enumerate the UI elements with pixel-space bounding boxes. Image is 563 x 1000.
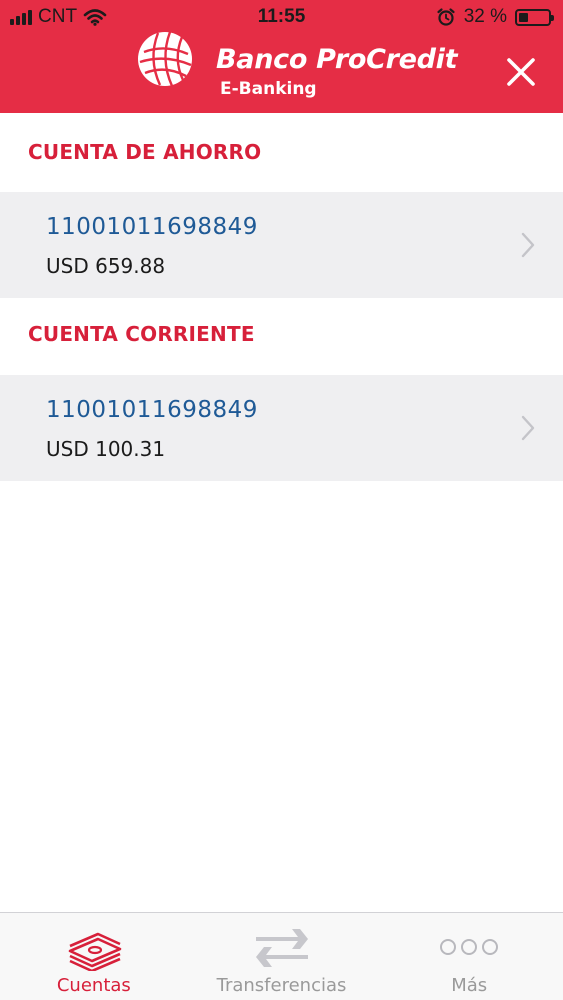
account-number: 11001011698849 bbox=[46, 397, 258, 423]
status-right: 32 % bbox=[436, 6, 554, 28]
account-row-checking[interactable]: 11001011698849 USD 100.31 bbox=[0, 375, 563, 481]
account-balance: USD 100.31 bbox=[46, 437, 166, 461]
close-button[interactable] bbox=[505, 56, 537, 88]
tab-transferencias[interactable]: Transferencias bbox=[188, 913, 376, 1000]
tab-label: Más bbox=[451, 975, 488, 996]
bank-subtitle: E-Banking bbox=[220, 79, 317, 99]
chevron-right-icon bbox=[521, 232, 535, 258]
chevron-right-icon bbox=[521, 415, 535, 441]
close-icon bbox=[507, 58, 535, 86]
battery-percentage: 32 % bbox=[463, 6, 507, 27]
tab-cuentas[interactable]: Cuentas bbox=[0, 913, 188, 1000]
account-number: 11001011698849 bbox=[46, 214, 258, 240]
section-title-checking: CUENTA CORRIENTE bbox=[28, 322, 255, 346]
transfer-arrows-icon bbox=[255, 929, 308, 967]
more-dots-icon bbox=[440, 939, 499, 955]
alarm-icon bbox=[437, 8, 455, 26]
account-balance: USD 659.88 bbox=[46, 254, 166, 278]
bank-brand: Banco ProCredit E-Banking bbox=[136, 30, 458, 100]
battery-level bbox=[519, 12, 528, 22]
section-title-savings: CUENTA DE AHORRO bbox=[28, 140, 262, 164]
bank-name: Banco ProCredit bbox=[216, 44, 458, 75]
battery-icon bbox=[515, 8, 554, 26]
tab-label: Cuentas bbox=[56, 975, 131, 996]
globe-logo-icon bbox=[138, 31, 192, 87]
tab-label: Transferencias bbox=[216, 975, 347, 996]
app-header: CNT 11:55 32 % Banco ProCredit E-Banking bbox=[0, 0, 563, 113]
banknotes-icon bbox=[68, 932, 122, 971]
tab-mas[interactable]: Más bbox=[375, 913, 563, 1000]
account-row-savings[interactable]: 11001011698849 USD 659.88 bbox=[0, 192, 563, 298]
tab-bar: Cuentas Transferencias Más bbox=[0, 912, 563, 1000]
